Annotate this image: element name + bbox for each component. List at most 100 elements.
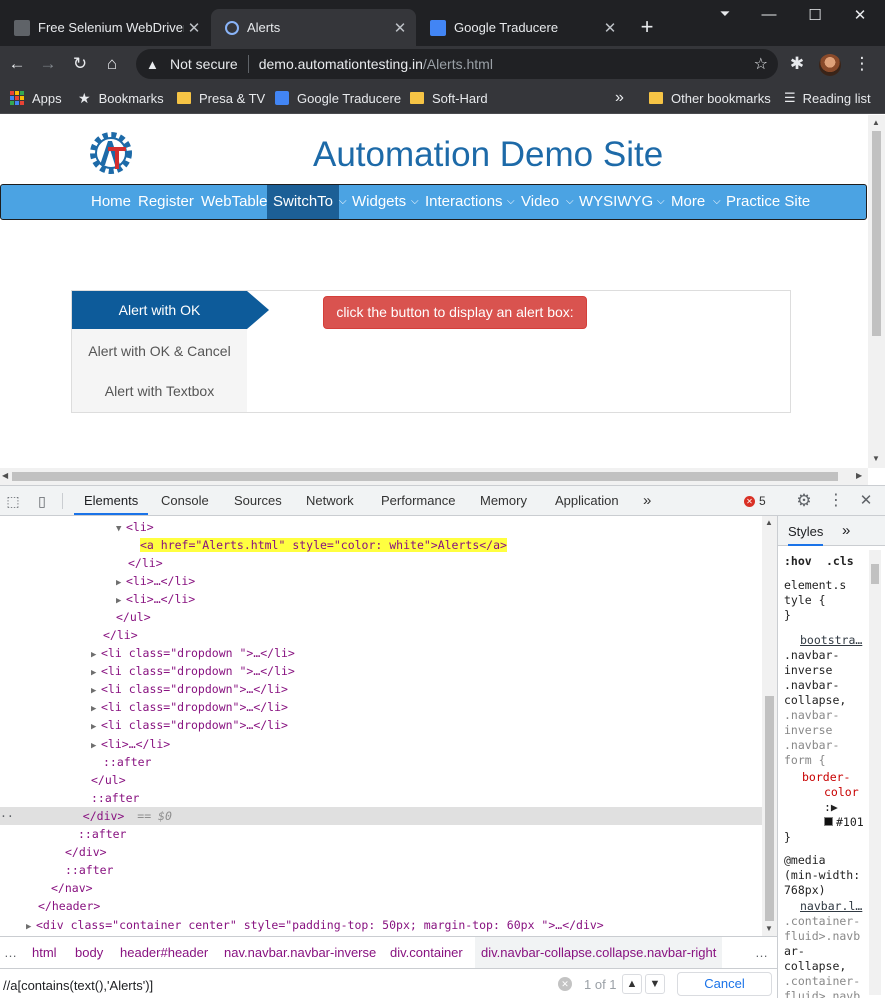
bookmark-other[interactable]: Other bookmarks (649, 89, 771, 107)
tab-selenium[interactable]: Free Selenium WebDriver C ✕ (0, 9, 210, 46)
styles-scrollbar[interactable] (869, 550, 881, 995)
expanded-triangle-icon[interactable]: ▼ (116, 520, 126, 538)
tab-alert-textbox[interactable]: Alert with Textbox (72, 372, 247, 410)
dom-node-highlighted[interactable]: <a href="Alerts.html" style="color: whit… (140, 536, 507, 554)
page-vertical-scrollbar[interactable]: ▲ ▼ (868, 115, 885, 468)
dom-node[interactable]: ▶ <li class="dropdown ">…</li> (91, 662, 295, 680)
close-icon[interactable]: ✕ (600, 19, 620, 37)
dom-node[interactable]: ▶ <li>…</li> (116, 572, 195, 590)
hover-state-toggle[interactable]: :hov (784, 554, 812, 569)
tab-network[interactable]: Network (306, 486, 354, 515)
scroll-up-icon[interactable]: ▲ (765, 518, 773, 527)
elements-tree[interactable]: ▼ <li> <a href="Alerts.html" style="color… (0, 516, 777, 936)
scrollbar-thumb[interactable] (872, 131, 881, 336)
tab-alerts[interactable]: Alerts ✕ (211, 9, 416, 46)
breadcrumb-html[interactable]: html (32, 937, 57, 969)
style-value[interactable]: #101 (824, 815, 864, 830)
scroll-left-icon[interactable]: ◀ (2, 471, 8, 480)
breadcrumb-nav[interactable]: nav.navbar.navbar-inverse (224, 937, 376, 969)
nav-webtable[interactable]: WebTable (201, 185, 267, 219)
scrollbar-thumb[interactable] (871, 564, 879, 584)
collapsed-triangle-icon[interactable]: ▶ (91, 737, 101, 755)
bookmark-soft-hard[interactable]: Soft-Hard (410, 89, 488, 107)
warning-icon[interactable]: ▲ (146, 57, 162, 72)
dom-node[interactable]: ▼ <li> (116, 518, 154, 536)
close-icon[interactable]: ✕ (184, 19, 204, 37)
collapsed-triangle-icon[interactable]: ▶ (26, 918, 36, 936)
pseudo-element[interactable]: ::after (103, 753, 151, 771)
style-source-link[interactable]: navbar.l… (800, 899, 862, 914)
nav-practice-site[interactable]: Practice Site (726, 185, 810, 219)
new-tab-icon[interactable]: + (636, 16, 658, 38)
nav-video[interactable]: Video (521, 185, 559, 219)
window-close-icon[interactable]: ✕ (845, 6, 875, 24)
profile-avatar[interactable] (819, 54, 841, 76)
dom-node[interactable]: ▶ <li class="dropdown">…</li> (91, 698, 288, 716)
nav-home[interactable]: Home (91, 185, 131, 219)
dom-node[interactable]: </ul> (91, 771, 126, 789)
reload-icon[interactable]: ↻ (70, 54, 90, 74)
dom-node[interactable]: </header> (38, 897, 100, 915)
tab-sources[interactable]: Sources (234, 486, 282, 515)
maximize-icon[interactable]: ☐ (800, 6, 830, 24)
reading-list[interactable]: ☰ Reading list (784, 89, 871, 107)
tab-console[interactable]: Console (161, 486, 209, 515)
bookmarks-overflow[interactable]: » (615, 89, 624, 107)
close-devtools-icon[interactable]: ✕ (857, 492, 875, 510)
page-horizontal-scrollbar[interactable]: ◀ ▶ (0, 468, 868, 485)
scroll-up-icon[interactable]: ▲ (872, 118, 880, 127)
tab-alert-ok[interactable]: Alert with OK (72, 291, 269, 329)
menu-kebab-icon[interactable]: ⋮ (852, 54, 872, 74)
nav-register[interactable]: Register (138, 185, 194, 219)
pseudo-element[interactable]: ::after (65, 861, 113, 879)
breadcrumb-overflow-icon[interactable]: … (4, 937, 17, 969)
dom-node[interactable]: </ul> (116, 608, 151, 626)
dom-node[interactable]: ▶ <li class="dropdown">…</li> (91, 716, 288, 734)
scroll-down-icon[interactable]: ▼ (872, 454, 880, 463)
more-tabs-icon[interactable]: » (643, 486, 651, 515)
tab-google-traducere[interactable]: Google Traducere ✕ (416, 9, 626, 46)
nav-interactions[interactable]: Interactions (425, 185, 503, 219)
nav-switchto[interactable]: SwitchTo (267, 185, 340, 219)
ellipsis-icon[interactable]: ·· (0, 809, 14, 823)
back-icon[interactable]: ← (7, 54, 27, 74)
class-toggle[interactable]: .cls (826, 554, 854, 569)
address-bar[interactable]: ▲ Not secure demo.automationtesting.in/A… (136, 49, 778, 79)
cancel-search-button[interactable]: Cancel (677, 972, 772, 996)
color-swatch-icon[interactable] (824, 817, 833, 826)
nav-wysiwyg[interactable]: WYSIWYG (579, 185, 653, 219)
next-match-icon[interactable]: ▼ (645, 974, 665, 994)
tab-search-icon[interactable]: ⏷ (710, 6, 740, 22)
tab-application[interactable]: Application (555, 486, 619, 515)
extensions-icon[interactable]: ✱ (787, 54, 807, 74)
scrollbar-thumb[interactable] (12, 472, 838, 481)
bookmark-google-traducere[interactable]: Google Traducere (275, 89, 401, 107)
dom-node[interactable]: </li> (103, 626, 138, 644)
pseudo-element[interactable]: ::after (91, 789, 139, 807)
dom-node[interactable]: ▶ <div class="container center" style="pa… (26, 916, 604, 934)
bookmark-apps[interactable]: Apps (10, 89, 62, 107)
more-panes-icon[interactable]: » (842, 522, 850, 539)
breadcrumb-container[interactable]: div.container (390, 937, 463, 969)
tab-alert-ok-cancel[interactable]: Alert with OK & Cancel (72, 332, 247, 370)
scroll-right-icon[interactable]: ▶ (856, 471, 862, 480)
close-icon[interactable]: ✕ (390, 19, 410, 37)
breadcrumb-header[interactable]: header#header (120, 937, 208, 969)
tab-elements[interactable]: Elements (74, 486, 149, 515)
forward-icon[interactable]: → (38, 54, 58, 74)
bookmark-presa-tv[interactable]: Presa & TV (177, 89, 265, 107)
dom-node[interactable]: </div> (65, 843, 107, 861)
scroll-down-icon[interactable]: ▼ (765, 924, 773, 933)
pseudo-element[interactable]: ::after (78, 825, 126, 843)
nav-widgets[interactable]: Widgets (352, 185, 406, 219)
dom-node[interactable]: ▶ <li class="dropdown ">…</li> (91, 644, 295, 662)
devtools-menu-icon[interactable]: ⋮ (827, 492, 845, 510)
breadcrumb-more-icon[interactable]: … (755, 937, 768, 969)
xpath-search-input[interactable] (3, 975, 553, 995)
error-count-badge[interactable]: ✕ 5 (744, 493, 766, 509)
scrollbar-thumb[interactable] (765, 696, 774, 921)
elements-scrollbar[interactable]: ▲ ▼ (762, 516, 777, 936)
bookmark-bookmarks[interactable]: ★ Bookmarks (78, 89, 164, 107)
inspect-element-icon[interactable]: ⬚ (4, 492, 22, 510)
security-label[interactable]: Not secure (170, 56, 238, 72)
